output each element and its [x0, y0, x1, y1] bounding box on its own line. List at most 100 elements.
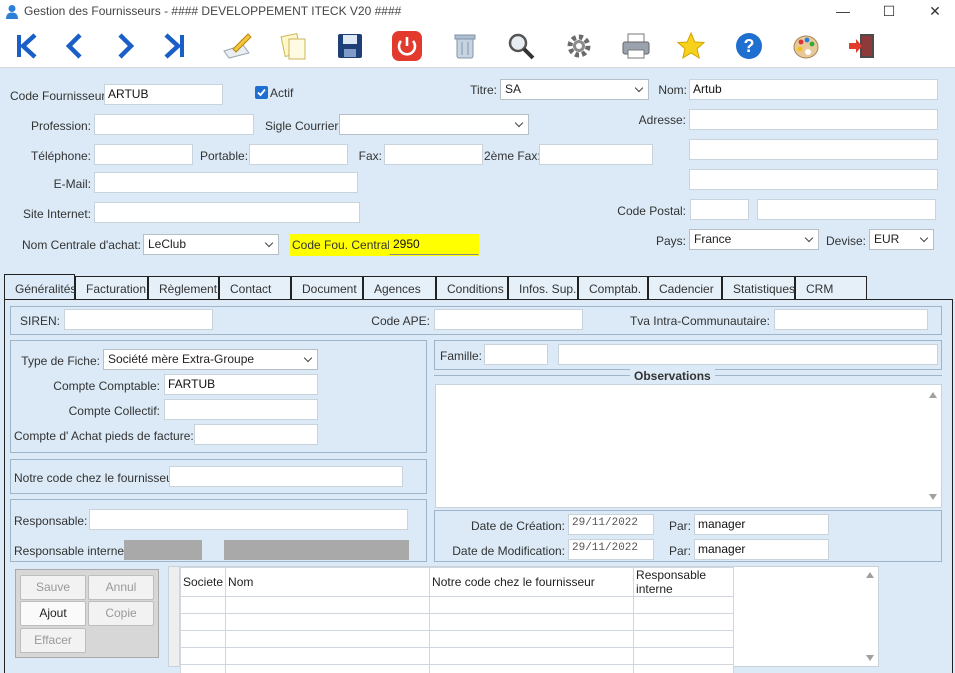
adresse-line2-field[interactable] [689, 139, 938, 160]
famille-name-field[interactable] [558, 344, 938, 365]
devise-select[interactable]: EUR [869, 229, 934, 250]
grid-header-cell[interactable]: Responsable interne [633, 567, 735, 597]
duplicate-button[interactable] [276, 28, 312, 64]
table-row[interactable] [179, 630, 735, 648]
portable-field[interactable] [249, 144, 348, 165]
titre-select[interactable]: SA [500, 79, 649, 100]
last-record-button[interactable] [156, 28, 192, 64]
date-modif-field[interactable]: 29/11/2022 [568, 539, 654, 560]
effacer-button[interactable]: Effacer [20, 628, 86, 653]
responsable-field[interactable] [89, 509, 408, 530]
previous-record-button[interactable] [57, 28, 93, 64]
tab-infos-sup[interactable]: Infos. Sup. [508, 276, 578, 299]
grid-cell[interactable] [225, 613, 431, 631]
code-fournisseur-field[interactable]: ARTUB [104, 84, 223, 105]
exit-button[interactable] [844, 28, 880, 64]
edit-button[interactable] [219, 28, 255, 64]
delete-button[interactable] [447, 28, 483, 64]
grid-cell[interactable] [179, 630, 227, 648]
power-button[interactable] [389, 28, 425, 64]
minimize-button[interactable]: — [820, 0, 866, 24]
compte-comptable-field[interactable]: FARTUB [164, 374, 318, 395]
pays-select[interactable]: France [689, 229, 819, 250]
help-button[interactable]: ? [731, 28, 767, 64]
tab-conditions[interactable]: Conditions [436, 276, 508, 299]
par-creation-field[interactable]: manager [694, 514, 829, 535]
ajout-button[interactable]: Ajout [20, 601, 86, 626]
tab-cadencier[interactable]: Cadencier [648, 276, 722, 299]
grid-cell[interactable] [633, 630, 735, 648]
ville-field[interactable] [757, 199, 936, 220]
adresse-line3-field[interactable] [689, 169, 938, 190]
first-record-button[interactable] [9, 28, 45, 64]
grid-cell[interactable] [429, 630, 635, 648]
telephone-field[interactable] [94, 144, 193, 165]
next-record-button[interactable] [107, 28, 143, 64]
close-button[interactable]: ✕ [912, 0, 955, 24]
maximize-button[interactable]: ☐ [866, 0, 912, 24]
actif-checkbox[interactable] [255, 86, 268, 99]
fax-field[interactable] [384, 144, 483, 165]
grid-cell[interactable] [633, 613, 735, 631]
grid-header-cell[interactable]: Societe [179, 567, 227, 597]
save-button[interactable] [332, 28, 368, 64]
annul-button[interactable]: Annul [88, 575, 154, 600]
tab-document[interactable]: Document [291, 276, 363, 299]
notre-code-field[interactable] [169, 466, 403, 487]
grid-cell[interactable] [429, 647, 635, 665]
grid-cell[interactable] [179, 596, 227, 614]
suppliers-grid[interactable]: Societe Nom Notre code chez le fournisseur… [179, 567, 735, 673]
observations-scrollbar[interactable] [926, 386, 940, 506]
grid-cell[interactable] [179, 647, 227, 665]
email-field[interactable] [94, 172, 358, 193]
observations-textarea[interactable] [435, 384, 942, 508]
type-fiche-select[interactable]: Société mère Extra-Groupe [103, 349, 318, 370]
copie-button[interactable]: Copie [88, 601, 154, 626]
par-modif-field[interactable]: manager [694, 539, 829, 560]
code-ape-field[interactable] [434, 309, 583, 330]
grid-cell[interactable] [633, 647, 735, 665]
nom-field[interactable]: Artub [689, 79, 938, 100]
grid-cell[interactable] [429, 613, 635, 631]
tab-g-n-ralit-s[interactable]: Généralités [4, 274, 76, 300]
grid-header-cell[interactable]: Notre code chez le fournisseur [429, 567, 635, 597]
famille-code-field[interactable] [484, 344, 548, 365]
tab-contact[interactable]: Contact [219, 276, 291, 299]
sauve-button[interactable]: Sauve [20, 575, 86, 600]
tab-agences[interactable]: Agences [363, 276, 436, 299]
grid-cell[interactable] [179, 613, 227, 631]
grid-cell[interactable] [633, 664, 735, 673]
centrale-achat-select[interactable]: LeClub [143, 234, 279, 255]
table-row[interactable] [179, 613, 735, 631]
grid-header-cell[interactable]: Nom [225, 567, 431, 597]
code-centrale-field[interactable]: 2950 [389, 234, 479, 255]
search-button[interactable] [503, 28, 539, 64]
compte-achat-field[interactable] [194, 424, 318, 445]
compte-collectif-field[interactable] [164, 399, 318, 420]
grid-cell[interactable] [179, 664, 227, 673]
tab-facturation[interactable]: Facturation [75, 276, 148, 299]
siren-field[interactable] [64, 309, 213, 330]
grid-scrollbar[interactable] [862, 567, 878, 666]
tab-crm[interactable]: CRM [795, 276, 867, 299]
grid-cell[interactable] [633, 596, 735, 614]
grid-cell[interactable] [225, 664, 431, 673]
print-button[interactable] [618, 28, 654, 64]
tab-comptab[interactable]: Comptab. [578, 276, 648, 299]
favorite-button[interactable] [673, 28, 709, 64]
code-postal-field[interactable] [690, 199, 749, 220]
grid-cell[interactable] [225, 596, 431, 614]
grid-cell[interactable] [429, 596, 635, 614]
tab-r-glement[interactable]: Règlement [148, 276, 219, 299]
adresse-line1-field[interactable] [689, 109, 938, 130]
theme-button[interactable] [788, 28, 824, 64]
grid-cell[interactable] [225, 647, 431, 665]
site-internet-field[interactable] [94, 202, 360, 223]
grid-cell[interactable] [429, 664, 635, 673]
profession-field[interactable] [94, 114, 254, 135]
tab-statistiques[interactable]: Statistiques [722, 276, 795, 299]
sigle-courrier-select[interactable] [339, 114, 529, 135]
settings-button[interactable] [561, 28, 597, 64]
date-creation-field[interactable]: 29/11/2022 [568, 514, 654, 535]
table-row[interactable] [179, 596, 735, 614]
